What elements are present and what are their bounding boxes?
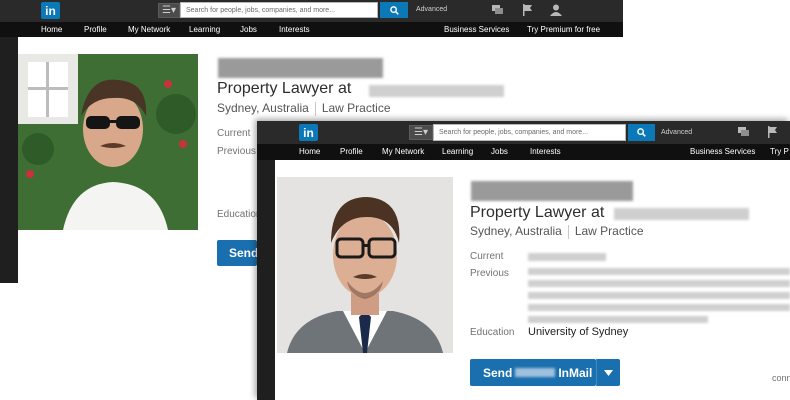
chevron-down-icon [604, 369, 613, 376]
send-button-label: Send [483, 365, 513, 380]
headline-text: Property Lawyer at [217, 80, 352, 97]
redacted-employer [614, 208, 749, 220]
flag-icon[interactable] [522, 4, 533, 16]
search-input[interactable]: Search for people, jobs, companies, and … [433, 124, 626, 141]
education-value: University of Sydney [528, 326, 629, 338]
search-input[interactable]: Search for people, jobs, companies, and … [180, 2, 378, 18]
search-icon [389, 5, 399, 15]
add-connection-icon[interactable] [550, 4, 562, 16]
profile-photo [277, 177, 453, 353]
nav-business-services[interactable]: Business Services [690, 147, 755, 156]
send-options-dropdown[interactable] [596, 359, 620, 386]
send-inmail-button[interactable]: Send [217, 240, 259, 266]
redacted-previous-line-5 [528, 316, 708, 323]
separator [314, 101, 316, 116]
nav-bar: Home Profile My Network Learning Jobs In… [0, 22, 623, 37]
search-placeholder: Search for people, jobs, companies, and … [186, 6, 336, 14]
nav-business-services[interactable]: Business Services [444, 25, 509, 34]
current-label: Current [217, 128, 251, 139]
linkedin-logo[interactable]: in [299, 124, 318, 141]
separator [567, 224, 569, 239]
nav-profile[interactable]: Profile [340, 147, 363, 156]
nav-jobs[interactable]: Jobs [491, 147, 508, 156]
send-button-suffix: InMail [558, 365, 593, 380]
advanced-search-link[interactable]: Advanced [416, 6, 447, 13]
redacted-previous-line-4 [528, 304, 790, 311]
nav-try-premium[interactable]: Try P [770, 147, 789, 156]
redacted-name [218, 58, 383, 78]
messages-icon[interactable] [738, 127, 750, 138]
linkedin-logo[interactable]: in [41, 2, 60, 19]
nav-interests[interactable]: Interests [279, 25, 310, 34]
location-line: Sydney, Australia Law Practice [217, 101, 391, 116]
education-label: Education [217, 209, 262, 220]
nav-learning[interactable]: Learning [189, 25, 220, 34]
menu-icon[interactable]: ☰▾ [158, 3, 180, 18]
nav-my-network[interactable]: My Network [382, 147, 424, 156]
redacted-current [528, 253, 606, 261]
foreground-profile-screenshot: in ☰▾ Search for people, jobs, companies… [257, 121, 790, 400]
redacted-previous-line-1 [528, 268, 790, 275]
headline: Property Lawyer at [470, 204, 604, 222]
redacted-employer [369, 85, 504, 97]
menu-icon[interactable]: ☰▾ [409, 125, 433, 140]
nav-learning[interactable]: Learning [442, 147, 473, 156]
flag-icon[interactable] [767, 126, 778, 138]
profile-photo-image [18, 54, 198, 230]
search-icon [637, 128, 646, 137]
nav-my-network[interactable]: My Network [128, 25, 170, 34]
location-line: Sydney, Australia Law Practice [470, 224, 644, 239]
nav-home[interactable]: Home [299, 147, 320, 156]
redacted-previous-line-3 [528, 292, 790, 299]
advanced-search-link[interactable]: Advanced [661, 129, 692, 136]
messages-icon[interactable] [492, 5, 504, 16]
send-button-label: Send [229, 246, 259, 260]
nav-interests[interactable]: Interests [530, 147, 561, 156]
profile-photo-image [277, 177, 453, 353]
redacted-previous-line-2 [528, 280, 790, 287]
top-bar: in ☰▾ Search for people, jobs, companies… [257, 121, 790, 144]
nav-home[interactable]: Home [41, 25, 62, 34]
search-placeholder: Search for people, jobs, companies, and … [439, 129, 589, 136]
top-bar: in ☰▾ Search for people, jobs, companies… [0, 0, 623, 22]
send-inmail-button[interactable]: Send InMail [470, 359, 596, 386]
current-label: Current [470, 251, 504, 262]
headline-text: Property Lawyer at [470, 204, 605, 221]
nav-bar: Home Profile My Network Learning Jobs In… [257, 144, 790, 160]
industry: Law Practice [574, 224, 644, 238]
previous-label: Previous [470, 268, 509, 279]
profile-card: Property Lawyer at Sydney, Australia Law … [275, 160, 790, 400]
industry: Law Practice [321, 101, 391, 115]
nav-try-premium[interactable]: Try Premium for free [527, 25, 600, 34]
search-button[interactable] [380, 2, 408, 18]
headline: Property Lawyer at [217, 80, 351, 98]
connections-text: conn [772, 373, 790, 383]
redacted-name [471, 181, 633, 201]
search-button[interactable] [628, 124, 655, 141]
location: Sydney, Australia [470, 224, 562, 238]
nav-jobs[interactable]: Jobs [240, 25, 257, 34]
education-label: Education [470, 327, 515, 338]
nav-profile[interactable]: Profile [84, 25, 107, 34]
location: Sydney, Australia [217, 101, 309, 115]
profile-photo [18, 54, 198, 230]
previous-label: Previous [217, 146, 256, 157]
redacted-recipient [515, 368, 556, 377]
